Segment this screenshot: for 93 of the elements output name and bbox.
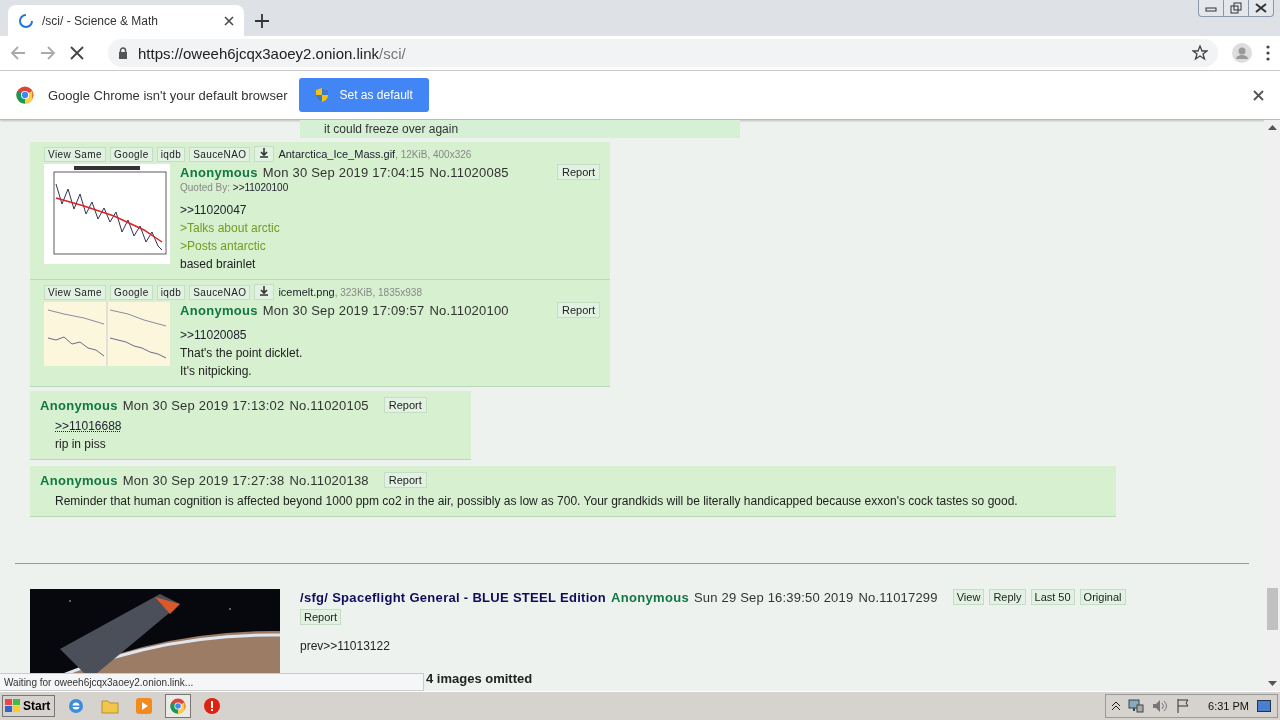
folder-icon xyxy=(101,698,120,714)
close-icon[interactable] xyxy=(1255,3,1267,13)
media-player-icon xyxy=(135,697,154,715)
image-search-button[interactable]: View Same xyxy=(44,284,106,300)
thread-subject: /sfg/ Spaceflight General - BLUE STEEL Edition xyxy=(300,589,607,605)
greentext-line: >Posts antarctic xyxy=(180,238,266,255)
quoted-by-label: Quoted By: >>11020100 xyxy=(180,182,290,193)
chrome-logo-icon xyxy=(16,86,34,104)
file-name-link[interactable]: icemelt.png xyxy=(278,286,335,298)
post-date: Mon 30 Sep 2019 17:04:15 xyxy=(262,164,425,180)
flag-icon[interactable] xyxy=(1176,699,1191,713)
speaker-icon[interactable] xyxy=(1152,699,1169,713)
thread-action-button[interactable]: Last 50 xyxy=(1030,589,1075,605)
image-search-button[interactable]: iqdb xyxy=(156,284,186,300)
infobar-message: Google Chrome isn't your default browser xyxy=(48,87,288,103)
download-button[interactable] xyxy=(254,146,275,162)
post-number[interactable]: No.11020105 xyxy=(289,397,369,413)
file-info: , 12KiB, 400x326 xyxy=(395,148,472,160)
status-bubble: Waiting for oweeh6jcqx3aoey2.onion.link... xyxy=(0,673,424,691)
post-date: Sun 29 Sep 16:39:50 2019 xyxy=(693,589,854,605)
network-icon[interactable] xyxy=(1128,699,1145,713)
quote-link[interactable]: >>11020085 xyxy=(180,326,247,344)
post-number[interactable]: No.11017299 xyxy=(858,589,938,605)
report-button[interactable]: Report xyxy=(556,302,600,318)
post-number[interactable]: No.11020085 xyxy=(429,164,509,180)
star-icon[interactable] xyxy=(1192,45,1208,61)
poster-name: Anonymous xyxy=(611,589,689,605)
post-text: prev>>11013122 xyxy=(300,639,391,653)
poster-name: Anonymous xyxy=(40,397,118,413)
post-date: Mon 30 Sep 2019 17:09:57 xyxy=(262,302,425,318)
caret-icon[interactable] xyxy=(1112,702,1121,710)
close-icon[interactable] xyxy=(1253,89,1264,101)
post-text: Reminder that human cognition is affected beyond 1000 ppm co2 in the air, possibly as low as 700. Your grandkids will be literally handicapped because exxon's cock tastes so good. xyxy=(55,493,1018,510)
thread-action-button[interactable]: View xyxy=(952,589,985,605)
download-icon xyxy=(259,286,270,296)
post-text: it could freeze over again xyxy=(324,122,459,136)
tab-title: /sci/ - Science & Math xyxy=(42,13,160,28)
thread-action-button[interactable]: Original xyxy=(1079,589,1126,605)
restore-icon[interactable] xyxy=(1230,2,1242,14)
post-text: based brainlet xyxy=(180,256,256,273)
chrome-logo-icon xyxy=(170,698,187,714)
url-text: https://oweeh6jcqx3aoey2.onion.link/sci/ xyxy=(138,44,407,62)
post-text: It's nitpicking. xyxy=(180,363,252,380)
stop-icon xyxy=(203,697,222,715)
image-search-button[interactable]: SauceNAO xyxy=(189,284,251,300)
poster-name: Anonymous xyxy=(40,472,118,488)
scrollbar-thumb[interactable] xyxy=(1267,588,1278,630)
poster-name: Anonymous xyxy=(180,302,258,318)
shield-icon xyxy=(315,87,330,103)
close-icon[interactable] xyxy=(224,15,234,26)
address-bar[interactable]: https://oweeh6jcqx3aoey2.onion.link/sci/ xyxy=(108,39,1218,67)
scroll-up-icon[interactable] xyxy=(1267,124,1277,130)
new-tab-icon[interactable] xyxy=(255,13,269,28)
taskbar-app-button[interactable] xyxy=(165,694,192,718)
quote-link[interactable]: >>11020047 xyxy=(180,201,247,219)
greentext-line: >Talks about arctic xyxy=(180,220,280,237)
report-button[interactable]: Report xyxy=(556,164,600,180)
set-default-button[interactable]: Set as default xyxy=(299,78,429,112)
post-date: Mon 30 Sep 2019 17:13:02 xyxy=(122,397,285,413)
quote-link[interactable]: >>11016688 xyxy=(55,417,122,435)
report-button[interactable]: Report xyxy=(383,472,427,488)
report-button[interactable]: Report xyxy=(383,397,427,413)
browser-tab[interactable]: /sci/ - Science & Math xyxy=(8,5,244,36)
menu-icon[interactable] xyxy=(1266,45,1270,61)
post-number[interactable]: No.11020138 xyxy=(289,472,369,488)
profile-avatar-icon[interactable] xyxy=(1232,43,1252,63)
poster-name: Anonymous xyxy=(180,164,258,180)
post-text: That's the point dicklet. xyxy=(180,345,303,362)
thread-action-button[interactable]: Report xyxy=(300,609,342,625)
stop-loading-icon[interactable] xyxy=(70,46,84,60)
windows-flag-icon xyxy=(5,699,21,713)
scroll-down-icon[interactable] xyxy=(1267,681,1277,687)
post-number[interactable]: No.11020100 xyxy=(429,302,509,318)
file-info: , 323KiB, 1835x938 xyxy=(334,286,422,298)
post-text: rip in piss xyxy=(55,436,106,453)
quote-link[interactable]: >>11020100 xyxy=(232,182,289,193)
post-date: Mon 30 Sep 2019 17:27:38 xyxy=(122,472,285,488)
file-name-link[interactable]: Antarctica_Ice_Mass.gif xyxy=(278,148,396,160)
omitted-notice: 4 images omitted xyxy=(426,671,534,686)
image-search-button[interactable]: iqdb xyxy=(156,146,186,162)
image-search-button[interactable]: Google xyxy=(110,146,153,162)
image-search-button[interactable]: Google xyxy=(110,284,153,300)
show-desktop-icon[interactable] xyxy=(1257,700,1271,712)
download-icon xyxy=(259,148,270,158)
browser-e-icon xyxy=(67,697,86,715)
start-button[interactable]: Start xyxy=(2,695,56,717)
image-search-button[interactable]: View Same xyxy=(44,146,106,162)
thread-action-button[interactable]: Reply xyxy=(989,589,1026,605)
minimize-icon[interactable] xyxy=(1205,4,1217,12)
download-button[interactable] xyxy=(254,284,275,300)
image-search-button[interactable]: SauceNAO xyxy=(189,146,251,162)
clock: 6:31 PM xyxy=(1208,700,1249,712)
lock-icon xyxy=(118,47,128,59)
